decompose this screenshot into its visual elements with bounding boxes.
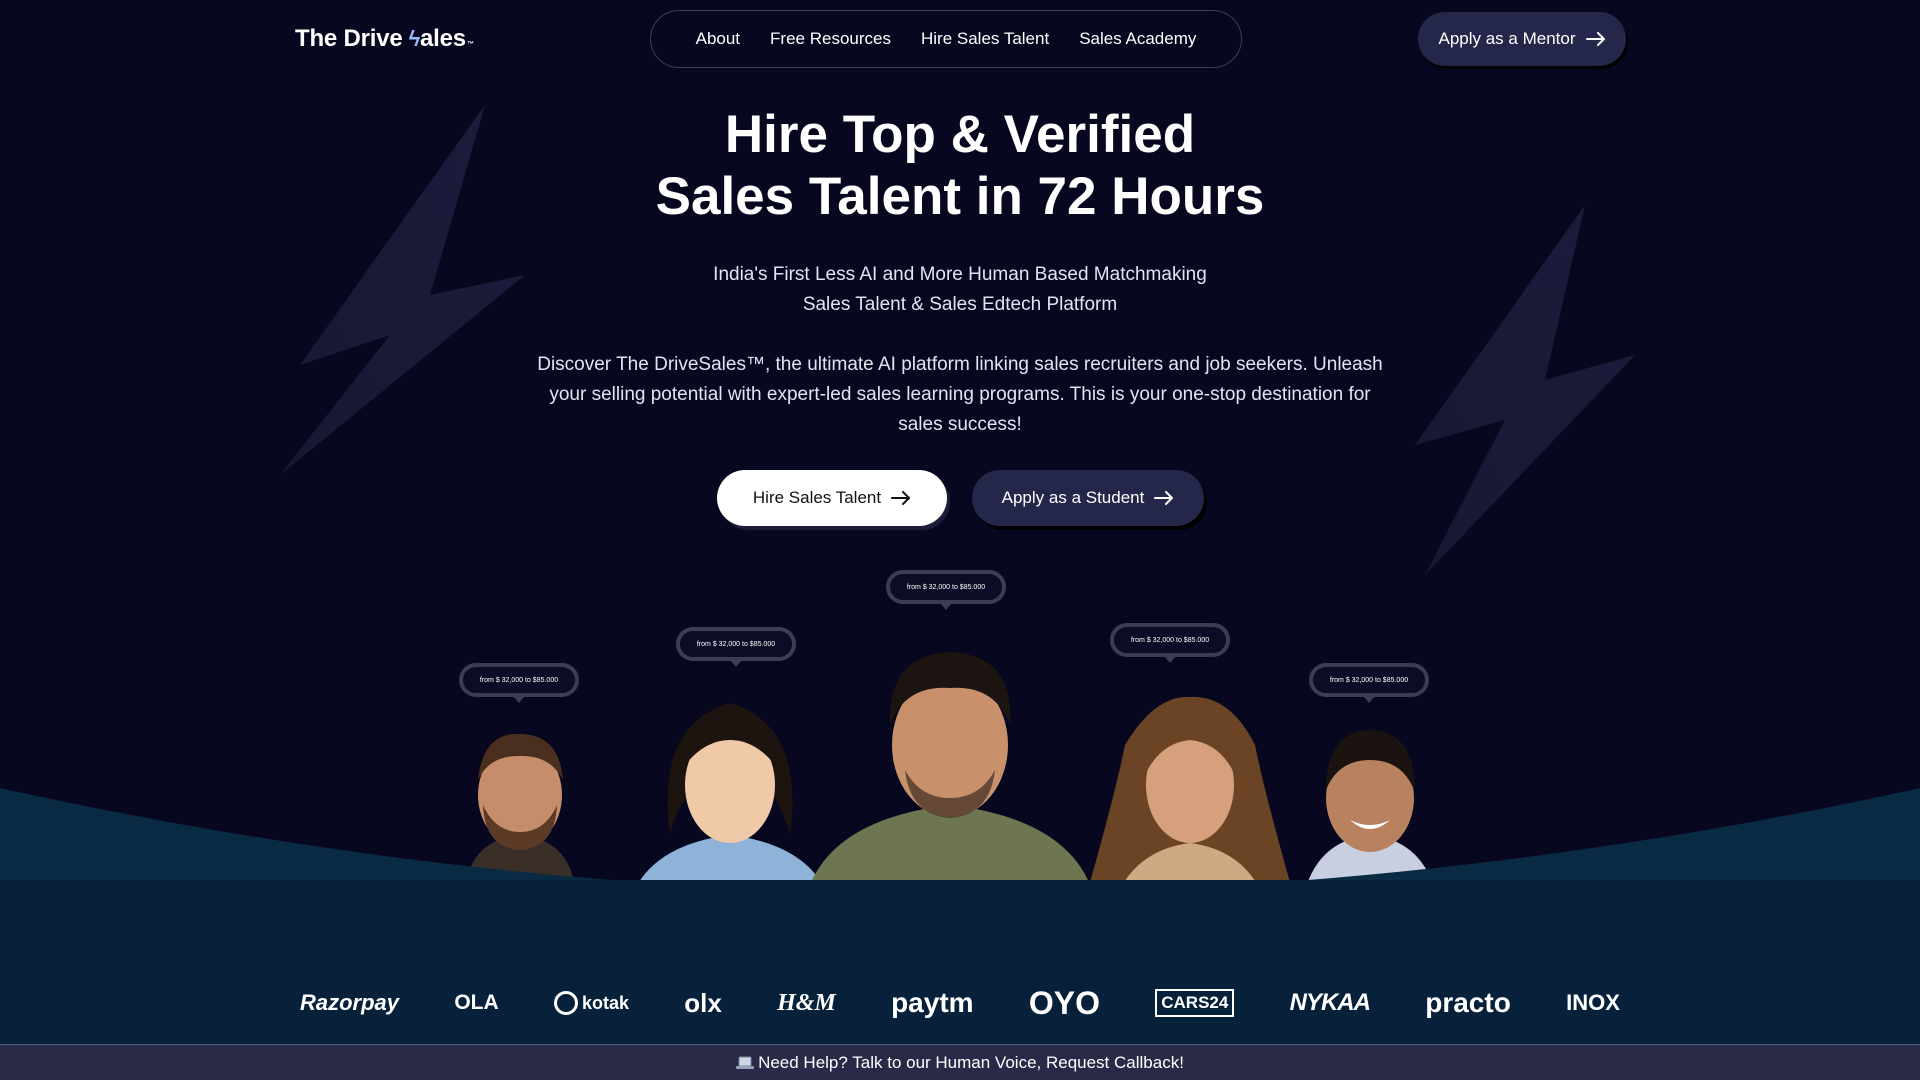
- logo-olx: olx: [684, 987, 722, 1018]
- hero-subtitle: India's First Less AI and More Human Bas…: [0, 260, 1920, 320]
- logo-hm: H&M: [777, 989, 836, 1016]
- logo-nykaa: NYKAA: [1289, 989, 1371, 1016]
- logo-text-suffix: ales: [420, 25, 466, 52]
- logo-practo: practo: [1425, 987, 1511, 1018]
- salary-bubble: from $ 32,000 to $85.000: [459, 663, 579, 703]
- hero-description: Discover The DriveSales™, the ultimate A…: [537, 354, 1383, 435]
- hero-title-line-2: Sales Talent in 72 Hours: [655, 167, 1265, 226]
- hero-title: Hire Top & Verified Sales Talent in 72 H…: [0, 104, 1920, 228]
- logos-section: [0, 880, 1920, 1050]
- apply-mentor-button[interactable]: Apply as a Mentor: [1418, 12, 1626, 66]
- hire-sales-talent-button[interactable]: Hire Sales Talent: [717, 470, 947, 526]
- apply-student-button[interactable]: Apply as a Student: [972, 470, 1204, 526]
- salary-bubble: from $ 32,000 to $85.000: [886, 570, 1006, 610]
- nav-free-resources[interactable]: Free Resources: [770, 29, 891, 49]
- logo-text: The Drive: [295, 25, 403, 52]
- main-nav: About Free Resources Hire Sales Talent S…: [650, 10, 1242, 68]
- nav-sales-academy[interactable]: Sales Academy: [1079, 29, 1196, 49]
- hero-subtitle-line-1: India's First Less AI and More Human Bas…: [713, 264, 1207, 285]
- hero-title-line-1: Hire Top & Verified: [724, 105, 1196, 164]
- salary-bubble: from $ 32,000 to $85.000: [1110, 623, 1230, 663]
- logo-bolt-icon: ϟ: [408, 26, 421, 51]
- apply-mentor-label: Apply as a Mentor: [1438, 29, 1576, 48]
- arrow-right-icon: [1154, 491, 1174, 505]
- client-logos: Razorpay OLA kotak olx H&M paytm OYO CAR…: [300, 982, 1620, 1024]
- logo-razorpay: Razorpay: [300, 990, 400, 1015]
- logo-paytm: paytm: [891, 987, 974, 1018]
- logo-trademark: ™: [466, 41, 474, 48]
- logo-kotak: kotak: [553, 991, 629, 1015]
- nav-about[interactable]: About: [696, 29, 740, 49]
- kotak-mark-icon: [553, 991, 578, 1015]
- logo-inox: INOX: [1566, 990, 1620, 1015]
- logo-cars24: CARS24: [1155, 989, 1235, 1017]
- salary-bubble: from $ 32,000 to $85.000: [676, 627, 796, 667]
- logo-kotak-text: kotak: [581, 992, 629, 1013]
- help-callback-bar[interactable]: Need Help? Talk to our Human Voice, Requ…: [0, 1044, 1920, 1080]
- arrow-right-icon: [1585, 32, 1605, 46]
- logo-ola: OLA: [454, 991, 499, 1014]
- arrow-right-icon: [891, 491, 911, 505]
- logo-oyo: OYO: [1028, 984, 1100, 1021]
- help-callback-text: Need Help? Talk to our Human Voice, Requ…: [758, 1052, 1184, 1072]
- nav-hire-sales-talent[interactable]: Hire Sales Talent: [921, 29, 1049, 49]
- hero-subtitle-line-2: Sales Talent & Sales Edtech Platform: [802, 294, 1118, 315]
- site-logo[interactable]: The Drive ϟ ales ™: [295, 25, 474, 53]
- apply-student-label: Apply as a Student: [1001, 488, 1145, 507]
- laptop-icon: [736, 1056, 755, 1069]
- hire-sales-talent-label: Hire Sales Talent: [752, 488, 882, 507]
- salary-bubble: from $ 32,000 to $85.000: [1309, 663, 1429, 703]
